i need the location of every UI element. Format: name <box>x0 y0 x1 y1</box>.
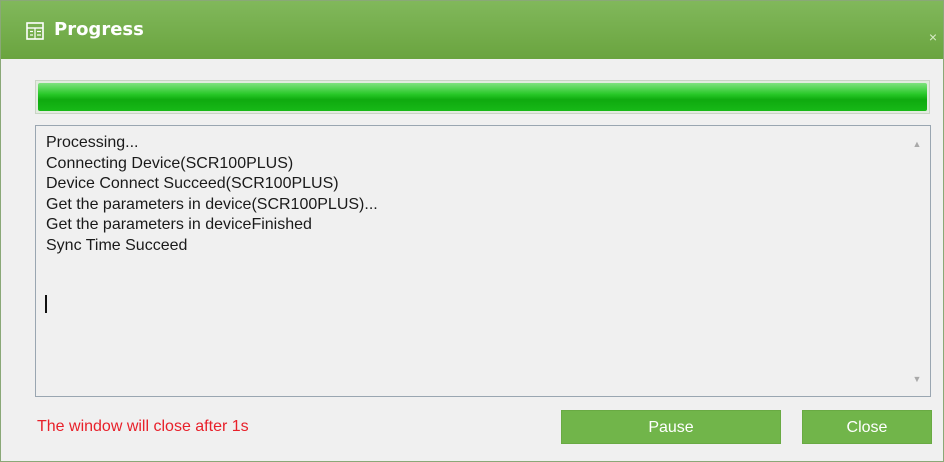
close-icon[interactable]: × <box>926 29 940 45</box>
progress-bar-fill <box>38 83 927 111</box>
log-line: Get the parameters in deviceFinished <box>46 216 312 233</box>
vertical-scrollbar[interactable]: ▲ ▼ <box>904 126 930 396</box>
scroll-up-arrow-icon[interactable]: ▲ <box>911 139 923 149</box>
log-line: Connecting Device(SCR100PLUS) <box>46 154 294 172</box>
scroll-down-arrow-icon[interactable]: ▼ <box>911 374 923 384</box>
progress-dialog: Progress × Processing... Connecting Devic… <box>0 0 944 462</box>
close-button[interactable]: Close <box>802 410 932 444</box>
progress-bar <box>35 80 930 114</box>
text-caret <box>45 295 47 313</box>
log-line: Sync Time Succeed <box>46 236 188 254</box>
log-line: Get the parameters in device(SCR100PLUS)… <box>46 195 378 213</box>
auto-close-status: The window will close after 1s <box>37 418 249 435</box>
progress-window-icon <box>26 22 44 40</box>
log-textarea[interactable]: Processing... Connecting Device(SCR100PLU… <box>35 125 931 397</box>
pause-button[interactable]: Pause <box>561 410 781 444</box>
title-bar[interactable]: Progress × <box>1 1 943 59</box>
log-line: Device Connect Succeed(SCR100PLUS) <box>46 175 339 192</box>
window-title: Progress <box>54 19 144 40</box>
log-line: Processing... <box>46 134 139 151</box>
